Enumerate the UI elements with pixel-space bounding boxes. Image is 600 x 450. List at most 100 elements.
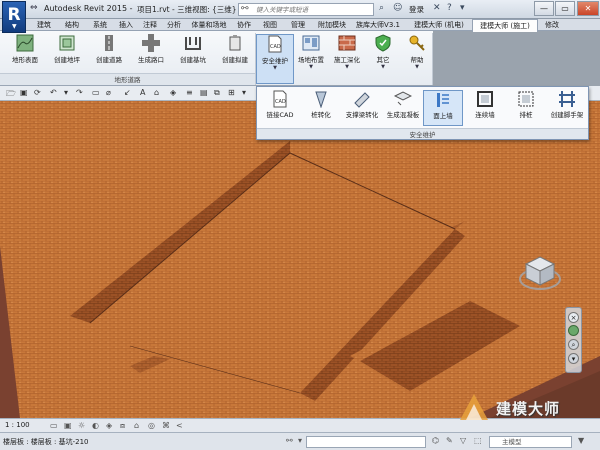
- tab-modify[interactable]: 修改: [538, 19, 566, 31]
- subscription-icon[interactable]: ☺: [393, 3, 402, 13]
- safety-maintenance-button[interactable]: CAD 安全维护 ▼: [256, 34, 294, 84]
- tab-systems[interactable]: 系统: [86, 19, 114, 31]
- create-pad-button[interactable]: 创建地坪: [48, 34, 86, 70]
- section-icon[interactable]: ◈: [170, 88, 176, 97]
- tab-insert[interactable]: 插入: [114, 19, 138, 31]
- close-nav-icon[interactable]: ×: [568, 312, 579, 323]
- tab-massing-site[interactable]: 体量和场地: [186, 19, 232, 31]
- open-icon[interactable]: 🗁: [6, 88, 16, 102]
- app-title: Autodesk Revit 2015 -: [44, 4, 133, 13]
- help-button[interactable]: 帮助 ▼: [398, 34, 436, 70]
- help-icon[interactable]: ?: [447, 3, 452, 13]
- save-icon[interactable]: ▣: [20, 88, 28, 97]
- hide-isolate-icon[interactable]: ◎: [148, 421, 155, 430]
- sun-path-icon[interactable]: ☼: [78, 421, 85, 430]
- dimension-icon[interactable]: ↙: [124, 88, 131, 97]
- wall-on-face-button[interactable]: 面上墙: [423, 90, 463, 126]
- view-scale[interactable]: 1 : 100: [5, 421, 30, 429]
- create-road-button[interactable]: 创建道路: [90, 34, 128, 70]
- text-icon[interactable]: A: [140, 88, 145, 97]
- dropdown-arrow-icon: ▼: [345, 64, 349, 70]
- search-box[interactable]: ⚯: [238, 3, 374, 16]
- cad-file-icon: CAD: [273, 90, 287, 108]
- reveal-hidden-icon[interactable]: ⌘: [162, 421, 170, 430]
- editable-only-icon[interactable]: ✎: [446, 436, 453, 445]
- undo-dropdown-icon[interactable]: ▾: [64, 88, 68, 97]
- switch-windows-icon[interactable]: ⧉: [214, 88, 220, 98]
- site-layout-button[interactable]: 场地布置 ▼: [292, 34, 330, 70]
- 3d-view-icon[interactable]: ⌂: [154, 88, 159, 97]
- redo-icon[interactable]: ↷: [76, 88, 83, 97]
- workset-select[interactable]: [306, 436, 426, 448]
- ribbon-group-label: 地形道路: [0, 73, 255, 85]
- tab-view[interactable]: 视图: [256, 19, 284, 31]
- revit-application-button[interactable]: R ▼: [2, 1, 26, 33]
- more-options-icon[interactable]: <: [176, 421, 183, 430]
- customize-toolbar-icon[interactable]: ⊞: [228, 88, 235, 97]
- sign-in-label[interactable]: 登录: [409, 4, 424, 15]
- construction-detailing-button[interactable]: 施工深化 ▼: [328, 34, 366, 70]
- generate-concrete-slab-button[interactable]: 生成混凝板: [383, 90, 423, 126]
- create-proposed-button[interactable]: 创建拟建: [216, 34, 254, 70]
- tab-modeling-mep[interactable]: 建模大师 (机电): [406, 19, 472, 31]
- 3d-viewport[interactable]: × ⌕ ▾: [0, 101, 600, 418]
- row-piles-button[interactable]: 排桩: [506, 90, 546, 126]
- maximize-button[interactable]: ▭: [555, 1, 575, 16]
- search-input[interactable]: [256, 5, 366, 15]
- close-button[interactable]: ✕: [577, 1, 599, 16]
- visual-style-icon[interactable]: ▣: [64, 421, 72, 430]
- create-pit-button[interactable]: 创建基坑: [174, 34, 212, 70]
- tab-architecture[interactable]: 建筑: [30, 19, 58, 31]
- other-button[interactable]: 其它 ▼: [364, 34, 402, 70]
- help-dropdown-icon[interactable]: ▾: [460, 3, 465, 13]
- terrain-surface-button[interactable]: 地形表面: [6, 34, 44, 70]
- zoom-icon[interactable]: ⌕: [568, 339, 579, 350]
- terrain-model: [0, 101, 600, 418]
- search-icon[interactable]: ⌕: [379, 3, 384, 13]
- link-cad-button[interactable]: CAD 链接CAD: [260, 90, 300, 126]
- foundation-pit-icon: [185, 37, 201, 50]
- quick-access-arrow-icon[interactable]: ⇔: [30, 3, 38, 15]
- design-options-icon[interactable]: ⌬: [432, 436, 439, 445]
- worksets-dropdown-icon[interactable]: ▾: [298, 436, 302, 445]
- button-label: 场地布置: [298, 56, 324, 64]
- selection-icon[interactable]: ⬚: [474, 436, 482, 445]
- tab-family-library[interactable]: 族库大师V3.1: [352, 19, 404, 31]
- measure-icon[interactable]: ⌀: [106, 88, 111, 97]
- tab-annotate[interactable]: 注释: [138, 19, 162, 31]
- dropdown-arrow-icon: ▼: [12, 23, 17, 30]
- generate-junction-button[interactable]: 生成路口: [132, 34, 170, 70]
- exchange-icon[interactable]: ✕: [433, 3, 441, 13]
- close-hidden-icon[interactable]: ▤: [200, 88, 208, 97]
- render-icon[interactable]: ◈: [106, 421, 112, 430]
- ribbon-separator: [432, 33, 433, 85]
- steering-wheel-icon[interactable]: [568, 325, 579, 336]
- lock-view-icon[interactable]: ⌂: [134, 421, 139, 430]
- crop-view-icon[interactable]: ⧈: [120, 421, 125, 431]
- support-beam-convert-button[interactable]: 支撑梁转化: [342, 90, 382, 126]
- tab-analyze[interactable]: 分析: [162, 19, 186, 31]
- worksets-icon[interactable]: ⚯: [286, 436, 293, 445]
- nav-dropdown-icon[interactable]: ▾: [568, 353, 579, 364]
- shadows-icon[interactable]: ◐: [92, 421, 99, 430]
- filter-count-icon[interactable]: ▼: [578, 436, 584, 445]
- thin-lines-icon[interactable]: ≡: [186, 88, 193, 97]
- tab-structure[interactable]: 结构: [58, 19, 86, 31]
- minimize-button[interactable]: —: [534, 1, 554, 16]
- tab-modeling-construction[interactable]: 建模大师 (施工): [472, 19, 538, 32]
- tab-addins[interactable]: 附加模块: [312, 19, 352, 31]
- pile-convert-button[interactable]: 桩转化: [301, 90, 341, 126]
- continuous-wall-button[interactable]: 连续墙: [465, 90, 505, 126]
- undo-icon[interactable]: ↶: [50, 88, 57, 97]
- tab-manage[interactable]: 管理: [284, 19, 312, 31]
- filter-icon[interactable]: ▽: [460, 436, 466, 445]
- view-cube[interactable]: [518, 251, 562, 295]
- tab-collaborate[interactable]: 协作: [232, 19, 256, 31]
- viewport-edge: [583, 101, 600, 418]
- detail-level-icon[interactable]: ▭: [50, 421, 58, 430]
- sync-icon[interactable]: ⟳: [34, 88, 41, 97]
- toolbar-dropdown-icon[interactable]: ▾: [242, 88, 246, 97]
- create-scaffold-button[interactable]: 创建脚手架: [547, 90, 587, 126]
- main-model-select[interactable]: 主模型: [489, 436, 572, 448]
- print-icon[interactable]: ▭: [92, 88, 100, 97]
